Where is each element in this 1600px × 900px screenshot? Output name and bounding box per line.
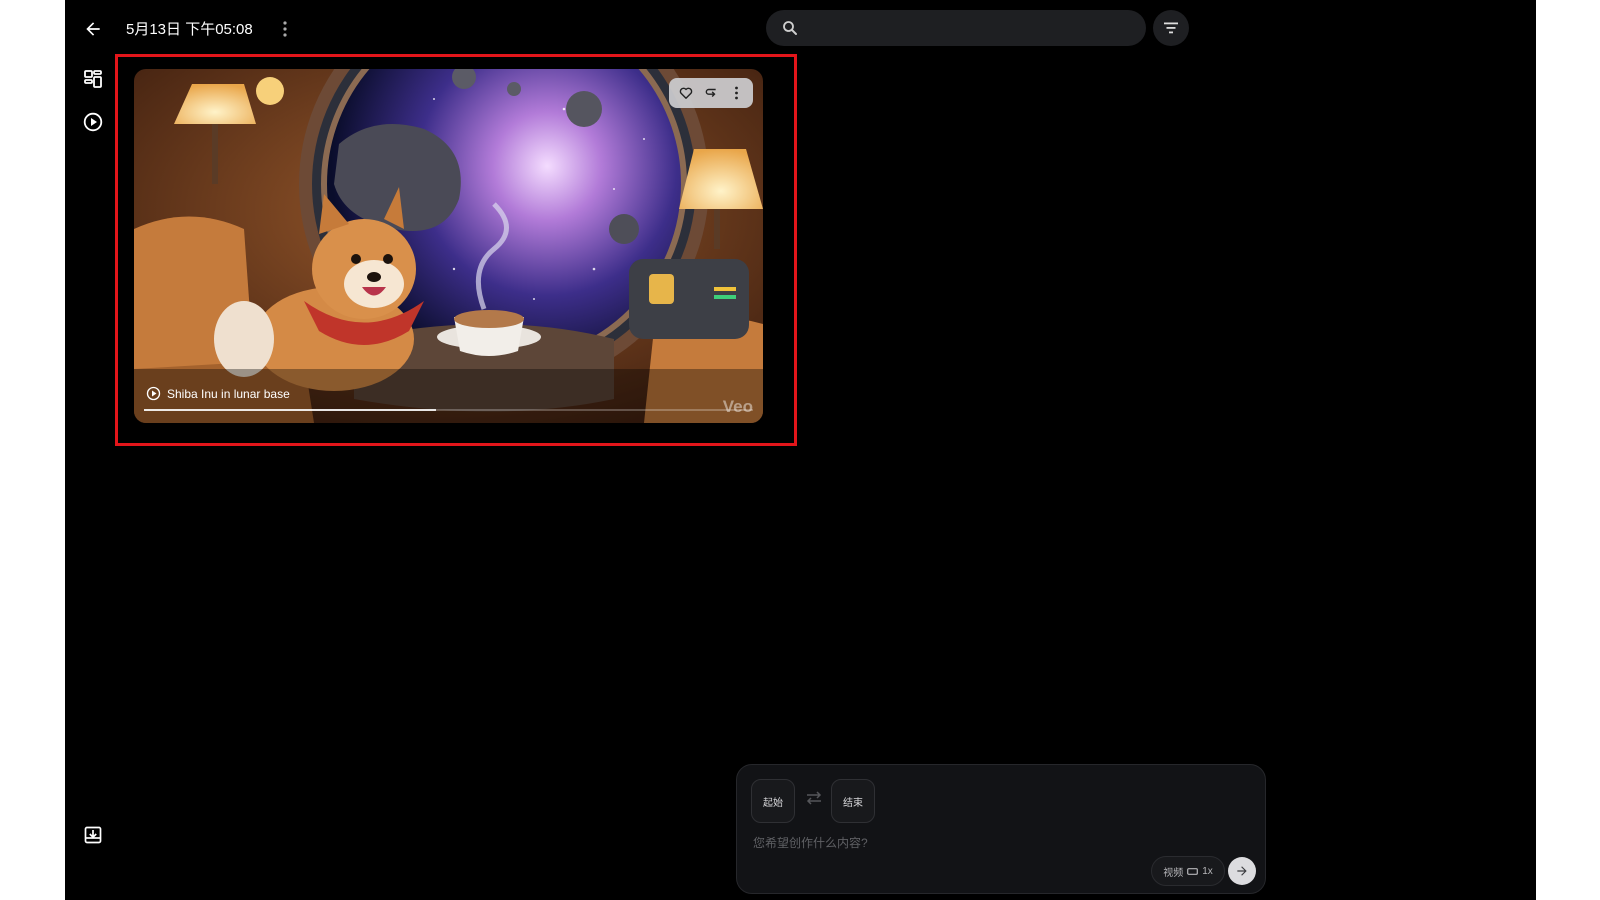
end-frame-button[interactable]: 结束: [831, 779, 875, 823]
app-window: 5月13日 下午05:08 Shiba Inu in lunar base Ve…: [65, 0, 1536, 900]
reuse-prompt-icon: [705, 88, 716, 97]
more-options-button[interactable]: [273, 14, 297, 44]
reuse-prompt-button[interactable]: [700, 82, 722, 104]
prompt-composer: 起始 结束 视频 1x: [736, 764, 1266, 894]
video-progress-fill: [144, 409, 437, 411]
heart-icon: [679, 87, 692, 99]
grid-view-button[interactable]: [78, 64, 108, 94]
video-thumbnail: [134, 69, 763, 423]
prompt-input[interactable]: [751, 831, 1255, 855]
video-caption-text: Shiba Inu in lunar base: [167, 386, 290, 401]
aspect-ratio-icon: [1187, 867, 1199, 875]
video-caption: Shiba Inu in lunar base: [146, 386, 290, 401]
video-card[interactable]: Shiba Inu in lunar base Veo: [134, 69, 763, 423]
play-circle-icon: [83, 112, 103, 132]
start-frame-button[interactable]: 起始: [751, 779, 795, 823]
search-input[interactable]: [806, 10, 1140, 48]
arrow-right-icon: [1237, 866, 1247, 876]
back-button[interactable]: [78, 14, 108, 44]
video-progress-bar[interactable]: [144, 409, 753, 411]
favorite-button[interactable]: [675, 82, 697, 104]
arrow-left-icon: [86, 22, 100, 36]
filter-icon: [1164, 22, 1178, 34]
veo-watermark: Veo: [722, 397, 753, 416]
download-button[interactable]: [78, 820, 108, 850]
swap-icon[interactable]: [805, 791, 823, 805]
grid-icon: [84, 70, 102, 88]
generation-settings-chip[interactable]: 视频 1x: [1151, 856, 1225, 886]
search-bar[interactable]: [766, 10, 1146, 48]
mode-label: 视频: [1163, 867, 1184, 879]
page-title: 5月13日 下午05:08: [126, 21, 253, 38]
more-vert-icon: [283, 21, 287, 37]
search-icon: [783, 21, 797, 35]
card-actions-bar: [669, 78, 753, 108]
count-label: 1x: [1202, 865, 1213, 877]
play-circle-icon: [146, 386, 161, 401]
video-view-button[interactable]: [78, 107, 108, 137]
send-button[interactable]: [1228, 857, 1256, 885]
download-box-icon: [84, 826, 102, 844]
more-vert-icon: [734, 86, 738, 100]
card-more-button[interactable]: [725, 82, 747, 104]
filter-button[interactable]: [1153, 10, 1189, 46]
